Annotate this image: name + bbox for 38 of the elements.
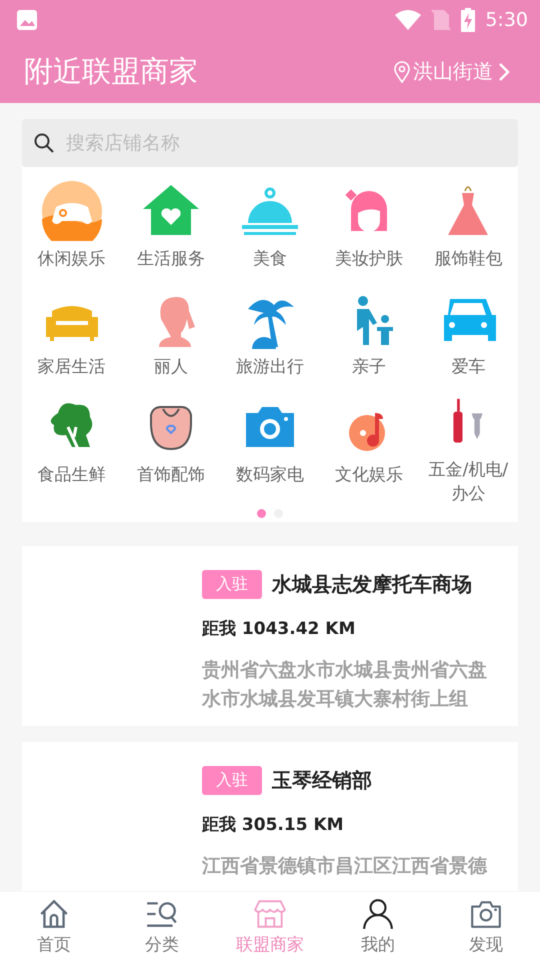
- category-item[interactable]: 文化娱乐: [320, 397, 419, 507]
- image-icon: [16, 9, 38, 31]
- merchant-name: 玉琴经销部: [272, 767, 372, 794]
- joined-badge: 入驻: [202, 570, 262, 599]
- nav-tab[interactable]: 分类: [108, 892, 216, 960]
- category-item[interactable]: 五金/机电/办公: [418, 397, 518, 507]
- category-item[interactable]: 生活服务: [121, 181, 220, 283]
- category-item[interactable]: 家居生活: [22, 289, 122, 391]
- category-item[interactable]: 旅游出行: [220, 289, 320, 391]
- page-dot[interactable]: [257, 509, 266, 518]
- page-title: 附近联盟商家: [24, 52, 199, 90]
- battery-icon: [461, 8, 476, 32]
- category-item[interactable]: 丽人: [121, 289, 220, 391]
- status-time: 5:30: [485, 9, 528, 31]
- merchant-address: 贵州省六盘水市水城县贵州省六盘水市水城县发耳镇大寨村街上组: [202, 658, 488, 712]
- wifi-icon: [395, 10, 422, 30]
- category-item[interactable]: 食品生鲜: [22, 397, 122, 507]
- no-sim-icon: [431, 9, 452, 31]
- category-item[interactable]: 亲子: [320, 289, 419, 391]
- category-item[interactable]: 数码家电: [220, 397, 320, 507]
- category-item[interactable]: 休闲娱乐: [22, 181, 122, 283]
- merchant-distance: 距我 305.15 KM: [202, 814, 345, 836]
- merchant-distance: 距我 1043.42 KM: [202, 618, 356, 640]
- category-item[interactable]: 爱车: [418, 289, 518, 391]
- category-item[interactable]: 服饰鞋包: [418, 181, 518, 283]
- search-icon: [34, 133, 54, 153]
- person-icon: [361, 896, 395, 930]
- nav-tab[interactable]: 首页: [0, 892, 108, 960]
- joined-badge: 入驻: [202, 766, 262, 795]
- location-pin-icon: [394, 60, 410, 82]
- merchant-name: 水城县志发摩托车商场: [272, 571, 472, 598]
- nav-tab[interactable]: 我的: [324, 892, 432, 960]
- category-item[interactable]: 美妆护肤: [320, 181, 419, 283]
- category-item[interactable]: 首饰配饰: [121, 397, 220, 507]
- merchant-address: 江西省景德镇市昌江区江西省景德: [202, 854, 488, 879]
- category-item[interactable]: 美食: [220, 181, 320, 283]
- nav-tab[interactable]: 发现: [432, 892, 540, 960]
- chevron-right-icon: [496, 60, 512, 82]
